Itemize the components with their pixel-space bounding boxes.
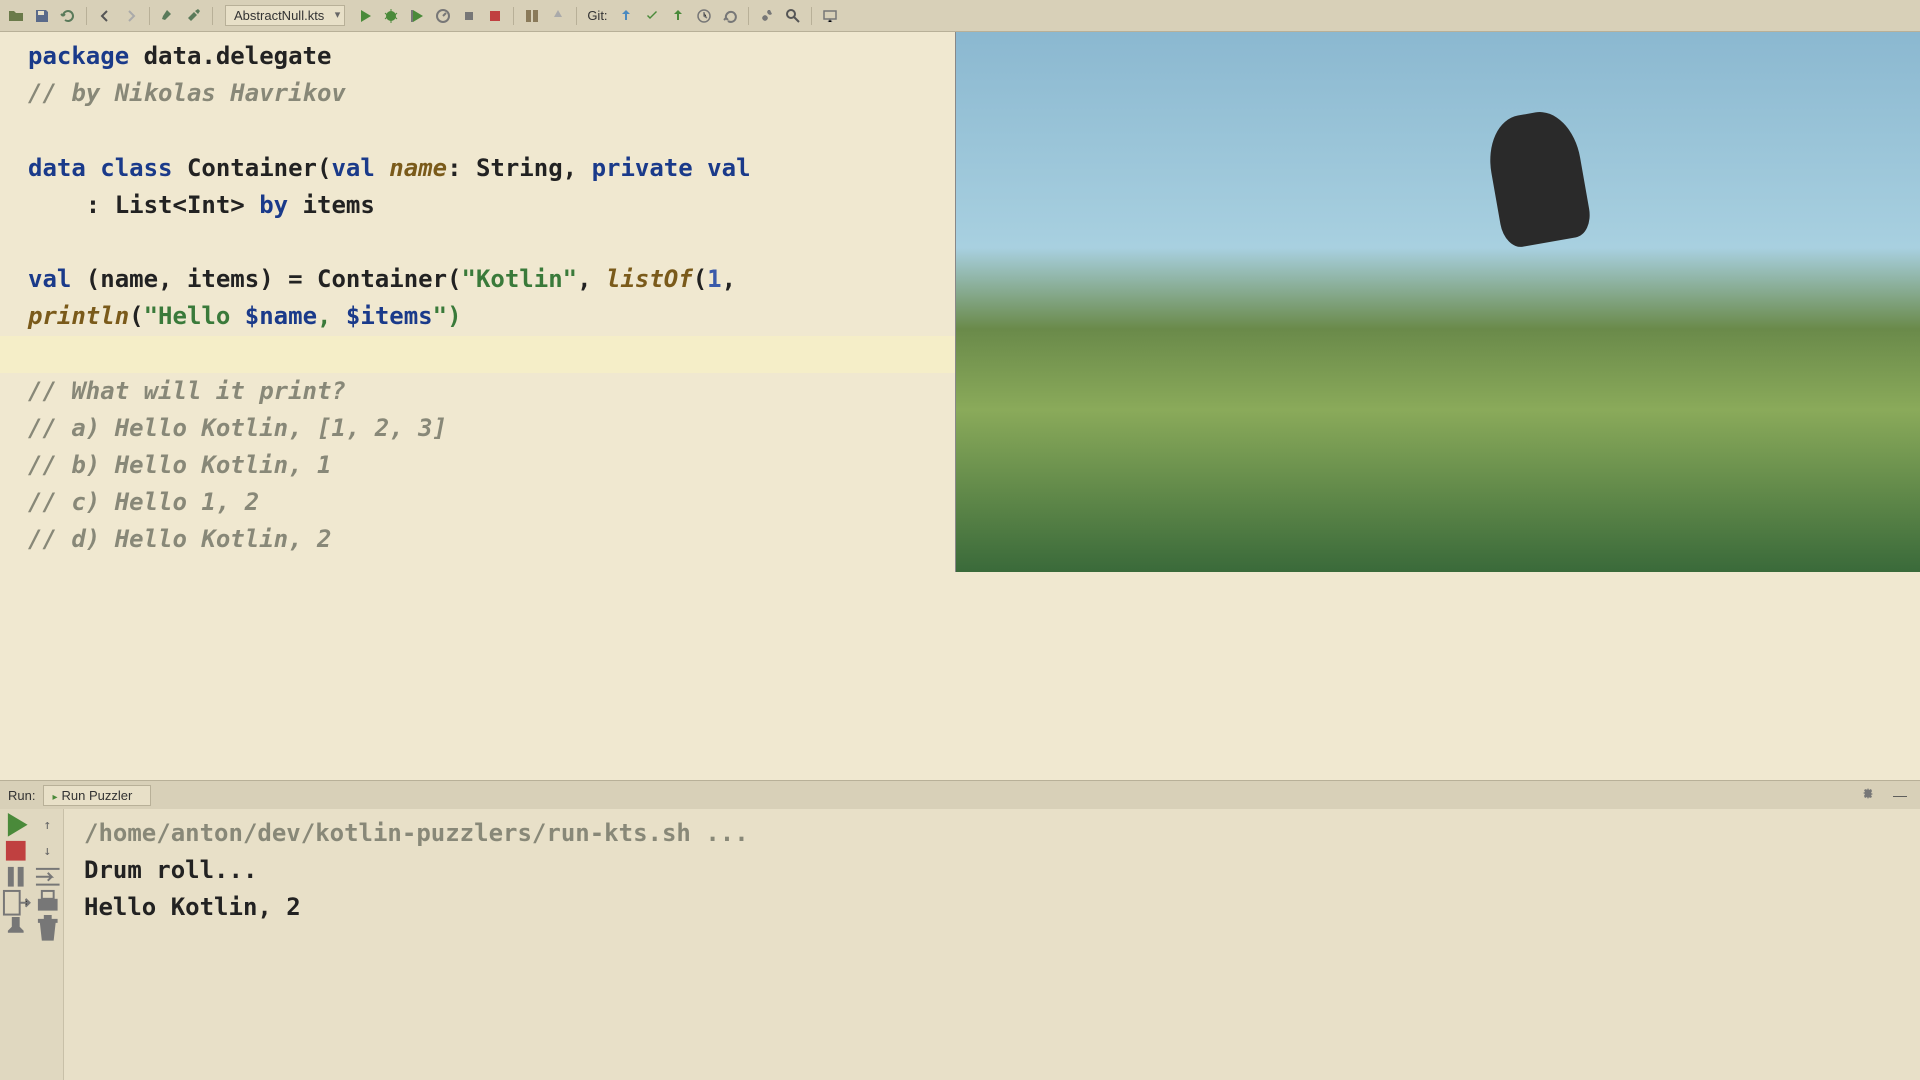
presentation-icon[interactable]	[818, 4, 842, 28]
string: ,	[317, 302, 346, 330]
stop-icon[interactable]	[483, 4, 507, 28]
code-text: ,	[577, 265, 606, 293]
run-tab[interactable]: Run Puzzler	[43, 785, 151, 806]
search-icon[interactable]	[781, 4, 805, 28]
coverage-icon[interactable]	[405, 4, 429, 28]
code-text: ,	[722, 265, 736, 293]
code-text: Container(	[173, 154, 332, 182]
keyword: private	[592, 154, 693, 182]
separator	[811, 7, 812, 25]
keyword: data	[28, 154, 86, 182]
run-output[interactable]: /home/anton/dev/kotlin-puzzlers/run-kts.…	[64, 809, 1920, 1080]
git-update-icon[interactable]	[614, 4, 638, 28]
code-text: (	[129, 302, 143, 330]
string-var: $name	[245, 302, 317, 330]
git-commit-icon[interactable]	[640, 4, 664, 28]
separator	[576, 7, 577, 25]
rerun-icon[interactable]	[0, 813, 32, 837]
hammer-icon[interactable]	[182, 4, 206, 28]
settings-icon[interactable]	[755, 4, 779, 28]
git-revert-icon[interactable]	[718, 4, 742, 28]
keyword: class	[100, 154, 172, 182]
refresh-icon[interactable]	[56, 4, 80, 28]
comment: // a) Hello Kotlin, [1, 2, 3]	[28, 414, 447, 442]
comment: // What will it print?	[28, 377, 346, 405]
identifier: listOf	[606, 265, 693, 293]
print-icon[interactable]	[32, 891, 64, 915]
comment: // c) Hello 1, 2	[28, 488, 259, 516]
separator	[149, 7, 150, 25]
pause-icon[interactable]	[0, 865, 32, 889]
back-icon[interactable]	[93, 4, 117, 28]
stop-icon[interactable]	[0, 839, 32, 863]
keyword: val	[331, 154, 374, 182]
separator	[748, 7, 749, 25]
run-panel-header: Run: Run Puzzler —	[0, 781, 1920, 809]
string: "Hello	[144, 302, 245, 330]
output-line: Drum roll...	[84, 852, 1900, 889]
forward-icon[interactable]	[119, 4, 143, 28]
profile-icon[interactable]	[431, 4, 455, 28]
trash-icon[interactable]	[32, 917, 64, 941]
up-icon[interactable]: ↑	[32, 813, 64, 837]
keyword: val	[28, 265, 71, 293]
keyword: by	[259, 191, 288, 219]
number: 1	[707, 265, 721, 293]
keyword: val	[693, 154, 751, 182]
layout-icon[interactable]	[520, 4, 544, 28]
code-text: (	[693, 265, 707, 293]
run-gutter: ↑ ↓	[0, 809, 64, 1080]
structure-icon[interactable]	[546, 4, 570, 28]
git-label: Git:	[587, 8, 607, 23]
keyword: package	[28, 42, 129, 70]
video-overlay	[955, 32, 1920, 572]
exit-icon[interactable]	[0, 891, 32, 915]
output-line: Hello Kotlin, 2	[84, 889, 1900, 926]
main-toolbar: AbstractNull.kts Git:	[0, 0, 1920, 32]
run-panel: Run: Run Puzzler — ↑ ↓	[0, 780, 1920, 1080]
comment: // b) Hello Kotlin, 1	[28, 451, 331, 479]
debug-icon[interactable]	[379, 4, 403, 28]
run-icon[interactable]	[353, 4, 377, 28]
pin-icon[interactable]	[0, 917, 32, 941]
comment: // by Nikolas Havrikov	[28, 79, 346, 107]
comment: // d) Hello Kotlin, 2	[28, 525, 331, 553]
code-text: (name, items) = Container(	[71, 265, 461, 293]
attach-icon[interactable]	[457, 4, 481, 28]
open-icon[interactable]	[4, 4, 28, 28]
code-text: : String,	[447, 154, 592, 182]
gear-icon[interactable]	[1856, 783, 1880, 807]
identifier: name	[375, 154, 447, 182]
git-history-icon[interactable]	[692, 4, 716, 28]
string: "Kotlin"	[462, 265, 578, 293]
run-config-dropdown[interactable]: AbstractNull.kts	[225, 5, 345, 26]
string: ")	[433, 302, 462, 330]
code-text: data.delegate	[129, 42, 331, 70]
separator	[86, 7, 87, 25]
identifier: println	[28, 302, 129, 330]
down-icon[interactable]: ↓	[32, 839, 64, 863]
string-var: $items	[346, 302, 433, 330]
wrap-icon[interactable]	[32, 865, 64, 889]
git-push-icon[interactable]	[666, 4, 690, 28]
code-text: items	[288, 191, 375, 219]
save-icon[interactable]	[30, 4, 54, 28]
run-label: Run:	[8, 788, 35, 803]
minimize-icon[interactable]: —	[1888, 783, 1912, 807]
code-text: : List<Int>	[28, 191, 259, 219]
separator	[212, 7, 213, 25]
output-command: /home/anton/dev/kotlin-puzzlers/run-kts.…	[84, 815, 1900, 852]
separator	[513, 7, 514, 25]
build-icon[interactable]	[156, 4, 180, 28]
